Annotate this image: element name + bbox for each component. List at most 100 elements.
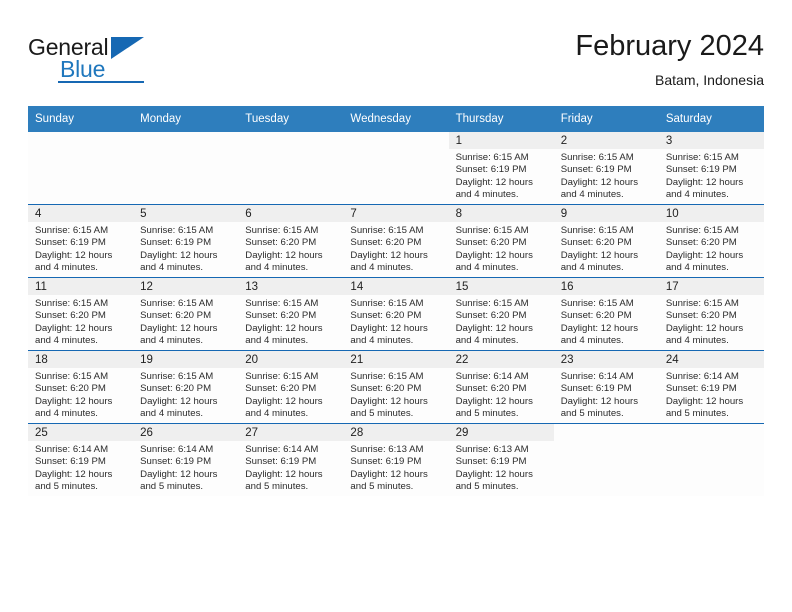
calendar-cell-day[interactable]: 13 Sunrise: 6:15 AM Sunset: 6:20 PM Dayligh… — [238, 277, 344, 351]
sunset-text: Sunset: 6:20 PM — [245, 383, 317, 395]
daylight-text-line1: Daylight: 12 hours — [245, 468, 323, 480]
day-cell: 18 Sunrise: 6:15 AM Sunset: 6:20 PM Dayligh… — [28, 351, 134, 423]
sunset-text: Sunset: 6:20 PM — [350, 383, 422, 395]
day-cell: 12 Sunrise: 6:15 AM Sunset: 6:20 PM Dayligh… — [133, 278, 239, 350]
day-details: Sunrise: 6:15 AM Sunset: 6:20 PM Daylight:… — [343, 295, 448, 348]
calendar-cell-day[interactable]: 16 Sunrise: 6:15 AM Sunset: 6:20 PM Dayligh… — [553, 277, 659, 351]
calendar-cell-day[interactable]: 2 Sunrise: 6:15 AM Sunset: 6:19 PM Daylight… — [553, 132, 659, 205]
weekday-header-saturday: Saturday — [658, 106, 764, 132]
daylight-text-line1: Daylight: 12 hours — [560, 322, 639, 334]
calendar-grid: Sunday Monday Tuesday Wednesday Thursday… — [28, 106, 764, 496]
sunset-text: Sunset: 6:19 PM — [35, 456, 106, 468]
sunrise-text: Sunrise: 6:15 AM — [35, 371, 109, 382]
daylight-text-line1: Daylight: 12 hours — [350, 322, 428, 334]
daylight-text-line2: and 5 minutes. — [140, 481, 204, 493]
daylight-text-line2: and 4 minutes. — [245, 335, 309, 347]
sunset-text: Sunset: 6:20 PM — [665, 237, 737, 249]
calendar-cell-day[interactable]: 6 Sunrise: 6:15 AM Sunset: 6:20 PM Daylight… — [238, 204, 344, 278]
brand-logo[interactable]: General Blue — [28, 34, 188, 90]
calendar-cell-day[interactable]: 17 Sunrise: 6:15 AM Sunset: 6:20 PM Dayligh… — [658, 277, 764, 351]
calendar-cell-day[interactable]: 5 Sunrise: 6:15 AM Sunset: 6:19 PM Daylight… — [133, 204, 239, 278]
day-cell: 26 Sunrise: 6:14 AM Sunset: 6:19 PM Dayligh… — [133, 424, 239, 496]
daylight-text-line2: and 4 minutes. — [665, 189, 729, 201]
calendar-cell-day[interactable]: 1 Sunrise: 6:15 AM Sunset: 6:19 PM Daylight… — [448, 132, 554, 205]
calendar-cell-day[interactable]: 27 Sunrise: 6:14 AM Sunset: 6:19 PM Dayligh… — [238, 423, 344, 496]
calendar-cell-day[interactable]: 20 Sunrise: 6:15 AM Sunset: 6:20 PM Dayligh… — [238, 350, 344, 424]
day-cell: 2 Sunrise: 6:15 AM Sunset: 6:19 PM Daylight… — [553, 132, 659, 204]
day-details: Sunrise: 6:13 AM Sunset: 6:19 PM Daylight:… — [449, 441, 554, 494]
day-details: Sunrise: 6:14 AM Sunset: 6:19 PM Daylight:… — [554, 368, 659, 421]
daylight-text-line1: Daylight: 12 hours — [35, 395, 113, 407]
sunrise-text: Sunrise: 6:15 AM — [245, 371, 319, 382]
daylight-text-line2: and 5 minutes. — [350, 408, 414, 420]
sunrise-text: Sunrise: 6:13 AM — [350, 444, 424, 455]
sunrise-text: Sunrise: 6:15 AM — [455, 298, 529, 309]
calendar-cell-day[interactable]: 22 Sunrise: 6:14 AM Sunset: 6:20 PM Dayligh… — [448, 350, 554, 424]
calendar-page: General Blue February 2024 Batam, Indone… — [0, 0, 792, 612]
calendar-cell-day[interactable]: 21 Sunrise: 6:15 AM Sunset: 6:20 PM Dayligh… — [343, 350, 449, 424]
daylight-text-line1: Daylight: 12 hours — [665, 176, 744, 188]
day-details: Sunrise: 6:15 AM Sunset: 6:19 PM Daylight:… — [133, 222, 238, 275]
daylight-text-line2: and 4 minutes. — [35, 335, 98, 347]
day-number: 19 — [133, 351, 239, 368]
sunrise-text: Sunrise: 6:14 AM — [455, 371, 529, 382]
calendar-cell-day[interactable]: 26 Sunrise: 6:14 AM Sunset: 6:19 PM Dayligh… — [133, 423, 239, 496]
calendar-cell-empty — [553, 423, 659, 496]
calendar-cell-day[interactable]: 14 Sunrise: 6:15 AM Sunset: 6:20 PM Dayligh… — [343, 277, 449, 351]
sunrise-text: Sunrise: 6:14 AM — [665, 371, 739, 382]
calendar-cell-day[interactable]: 29 Sunrise: 6:13 AM Sunset: 6:19 PM Dayligh… — [448, 423, 554, 496]
calendar-cell-day[interactable]: 3 Sunrise: 6:15 AM Sunset: 6:19 PM Daylight… — [658, 132, 764, 205]
daylight-text-line1: Daylight: 12 hours — [665, 395, 744, 407]
daylight-text-line2: and 5 minutes. — [35, 481, 98, 493]
daylight-text-line2: and 4 minutes. — [455, 335, 519, 347]
daylight-text-line2: and 5 minutes. — [455, 408, 519, 420]
day-number — [343, 132, 448, 149]
day-number: 5 — [133, 205, 239, 222]
daylight-text-line1: Daylight: 12 hours — [140, 322, 218, 334]
daylight-text-line2: and 5 minutes. — [560, 408, 624, 420]
sunrise-text: Sunrise: 6:15 AM — [665, 298, 739, 309]
calendar-week-row: 4 Sunrise: 6:15 AM Sunset: 6:19 PM Daylight… — [28, 204, 764, 278]
calendar-cell-day[interactable]: 24 Sunrise: 6:14 AM Sunset: 6:19 PM Dayligh… — [658, 350, 764, 424]
calendar-cell-empty — [133, 132, 239, 205]
daylight-text-line2: and 5 minutes. — [350, 481, 414, 493]
day-details: Sunrise: 6:15 AM Sunset: 6:20 PM Daylight:… — [238, 295, 343, 348]
day-details: Sunrise: 6:14 AM Sunset: 6:20 PM Daylight:… — [449, 368, 554, 421]
sunrise-text: Sunrise: 6:15 AM — [350, 371, 424, 382]
calendar-cell-day[interactable]: 28 Sunrise: 6:13 AM Sunset: 6:19 PM Dayligh… — [343, 423, 449, 496]
daylight-text-line1: Daylight: 12 hours — [245, 395, 323, 407]
day-details: Sunrise: 6:15 AM Sunset: 6:20 PM Daylight:… — [133, 368, 238, 421]
calendar-cell-day[interactable]: 4 Sunrise: 6:15 AM Sunset: 6:19 PM Daylight… — [28, 204, 134, 278]
calendar-cell-day[interactable]: 18 Sunrise: 6:15 AM Sunset: 6:20 PM Dayligh… — [28, 350, 134, 424]
calendar-cell-day[interactable]: 12 Sunrise: 6:15 AM Sunset: 6:20 PM Dayligh… — [133, 277, 239, 351]
daylight-text-line1: Daylight: 12 hours — [455, 395, 533, 407]
day-details: Sunrise: 6:15 AM Sunset: 6:20 PM Daylight:… — [28, 368, 133, 421]
daylight-text-line2: and 4 minutes. — [140, 262, 204, 274]
day-cell — [133, 132, 238, 204]
calendar-cell-day[interactable]: 11 Sunrise: 6:15 AM Sunset: 6:20 PM Dayligh… — [28, 277, 134, 351]
day-number: 13 — [238, 278, 344, 295]
daylight-text-line2: and 5 minutes. — [665, 408, 729, 420]
day-details: Sunrise: 6:15 AM Sunset: 6:20 PM Daylight:… — [28, 295, 133, 348]
daylight-text-line1: Daylight: 12 hours — [350, 395, 428, 407]
sunset-text: Sunset: 6:19 PM — [455, 164, 527, 176]
calendar-cell-day[interactable]: 23 Sunrise: 6:14 AM Sunset: 6:19 PM Dayligh… — [553, 350, 659, 424]
daylight-text-line1: Daylight: 12 hours — [455, 176, 533, 188]
daylight-text-line2: and 4 minutes. — [245, 262, 309, 274]
day-details: Sunrise: 6:15 AM Sunset: 6:20 PM Daylight:… — [343, 222, 448, 275]
calendar-cell-day[interactable]: 7 Sunrise: 6:15 AM Sunset: 6:20 PM Daylight… — [343, 204, 449, 278]
calendar-cell-day[interactable]: 10 Sunrise: 6:15 AM Sunset: 6:20 PM Dayligh… — [658, 204, 764, 278]
calendar-cell-day[interactable]: 9 Sunrise: 6:15 AM Sunset: 6:20 PM Daylight… — [553, 204, 659, 278]
day-cell: 8 Sunrise: 6:15 AM Sunset: 6:20 PM Daylight… — [448, 205, 554, 277]
day-details: Sunrise: 6:15 AM Sunset: 6:19 PM Daylight:… — [449, 149, 554, 202]
calendar-cell-day[interactable]: 19 Sunrise: 6:15 AM Sunset: 6:20 PM Dayligh… — [133, 350, 239, 424]
calendar-cell-day[interactable]: 15 Sunrise: 6:15 AM Sunset: 6:20 PM Dayligh… — [448, 277, 554, 351]
calendar-cell-day[interactable]: 8 Sunrise: 6:15 AM Sunset: 6:20 PM Daylight… — [448, 204, 554, 278]
calendar-cell-day[interactable]: 25 Sunrise: 6:14 AM Sunset: 6:19 PM Dayligh… — [28, 423, 134, 496]
day-cell: 25 Sunrise: 6:14 AM Sunset: 6:19 PM Dayligh… — [28, 424, 134, 496]
sunrise-text: Sunrise: 6:14 AM — [35, 444, 109, 455]
sunset-text: Sunset: 6:20 PM — [560, 310, 632, 322]
day-number: 4 — [28, 205, 134, 222]
sunset-text: Sunset: 6:20 PM — [560, 237, 632, 249]
day-cell: 1 Sunrise: 6:15 AM Sunset: 6:19 PM Daylight… — [448, 132, 554, 204]
